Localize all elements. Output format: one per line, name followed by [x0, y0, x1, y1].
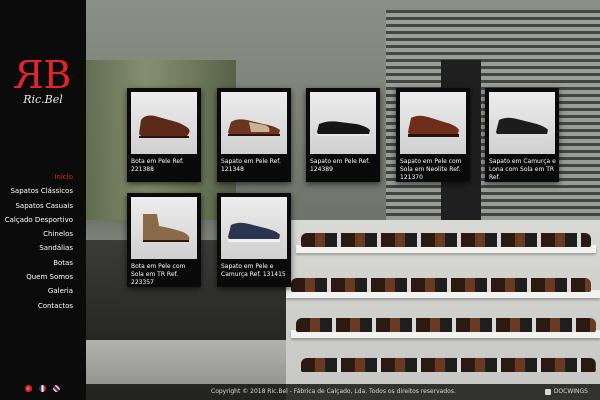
sidebar: RB Ric.Bel Inicio Sapatos Clássicos Sapa… [0, 0, 86, 400]
logo-letter-r: R [16, 53, 44, 97]
shoe-row [296, 318, 596, 332]
product-card[interactable]: Sapato em Pele Ref. 124389 [306, 88, 380, 182]
product-image [131, 197, 197, 259]
black-sneaker-icon [496, 117, 548, 137]
product-image [310, 92, 376, 154]
navy-sneaker-icon [228, 222, 280, 242]
logo[interactable]: RB Ric.Bel [12, 53, 74, 106]
nav-item-quem-somos[interactable]: Quem Somos [5, 270, 73, 284]
product-card[interactable]: Bota em Pele com Sola em TR Ref. 223357 [127, 193, 201, 287]
product-caption: Bota em Pele Ref. 221388 [131, 158, 184, 173]
logo-letter-b: B [43, 53, 71, 97]
nav-item-calcado-desportivo[interactable]: Calçado Desportivo [5, 213, 73, 227]
footer: Copyright © 2018 Ric.Bel - Fábrica de Ca… [86, 384, 600, 400]
product-card[interactable]: Bota em Pele Ref. 221388 [127, 88, 201, 182]
credit-text: DOCWINGS [553, 388, 588, 395]
product-image [221, 197, 287, 259]
shoe-row [291, 278, 591, 292]
nav-item-sapatos-classicos[interactable]: Sapatos Clássicos [5, 184, 73, 198]
product-image [221, 92, 287, 154]
uk-flag-icon[interactable] [53, 385, 60, 392]
shoe-row [301, 358, 596, 372]
product-card[interactable]: Sapato em Pele Ref. 121348 [217, 88, 291, 182]
product-caption: Sapato em Pele Ref. 121348 [221, 158, 281, 173]
brown-two-tone-shoe-icon [228, 119, 280, 136]
portugal-flag-icon[interactable] [25, 385, 32, 392]
product-image [131, 92, 197, 154]
nav-item-galeria[interactable]: Galeria [5, 284, 73, 298]
product-caption: Bota em Pele com Sola em TR Ref. 223357 [131, 263, 186, 286]
brown-leather-boot-icon [139, 115, 190, 138]
nav-item-sandalias[interactable]: Sandálias [5, 241, 73, 255]
shoe-row [301, 233, 591, 247]
product-card[interactable]: Sapato em Camurça e Lona com Sola em TR … [485, 88, 559, 182]
product-card[interactable]: Sapato em Pele com Sola em Neolite Ref. … [396, 88, 470, 182]
product-image [489, 92, 555, 154]
developer-credit[interactable]: DOCWINGS [544, 388, 588, 395]
nav-item-botas[interactable]: Botas [5, 256, 73, 270]
product-caption: Sapato em Pele e Camurça Ref. 131415 [221, 263, 286, 278]
nav-item-sapatos-casuais[interactable]: Sapatos Casuais [5, 199, 73, 213]
brown-brogue-icon [408, 115, 459, 137]
nav-item-chinelos[interactable]: Chinelos [5, 227, 73, 241]
suede-boot-icon [143, 214, 190, 242]
docwings-logo-icon [544, 388, 551, 395]
product-card[interactable]: Sapato em Pele e Camurça Ref. 131415 [217, 193, 291, 287]
main-nav: Inicio Sapatos Clássicos Sapatos Casuais… [5, 170, 73, 313]
black-loafer-icon [317, 121, 370, 136]
language-switcher [25, 385, 60, 392]
product-caption: Sapato em Pele com Sola em Neolite Ref. … [400, 158, 462, 181]
product-caption: Sapato em Pele Ref. 124389 [310, 158, 370, 173]
france-flag-icon[interactable] [39, 385, 46, 392]
copyright-text: Copyright © 2018 Ric.Bel - Fábrica de Ca… [211, 388, 456, 395]
product-image [400, 92, 466, 154]
nav-item-contactos[interactable]: Contactos [5, 299, 73, 313]
logo-mark: RB [12, 53, 74, 97]
product-caption: Sapato em Camurça e Lona com Sola em TR … [489, 158, 556, 181]
nav-item-inicio[interactable]: Inicio [5, 170, 73, 184]
